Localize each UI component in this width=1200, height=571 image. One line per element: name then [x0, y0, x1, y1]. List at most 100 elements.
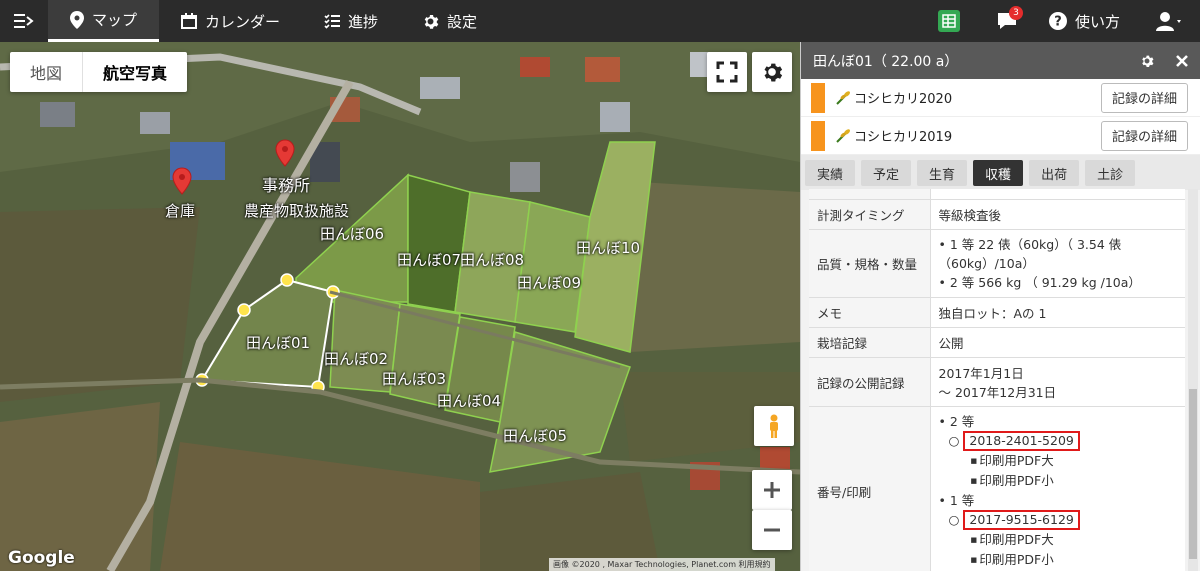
- menu-collapse-icon: [14, 14, 34, 28]
- map-pin-icon: [70, 10, 84, 29]
- field-label-08: 田んぼ08: [460, 251, 525, 269]
- help-button[interactable]: ? 使い方: [1035, 0, 1140, 42]
- user-menu-button[interactable]: [1140, 0, 1200, 42]
- panel-header: 田んぼ01（ 22.00 a）: [801, 42, 1200, 79]
- table-row: 品質・規格・数量 1 等 22 俵（60kg）（ 3.54 俵（60kg）/10…: [809, 229, 1185, 298]
- fullscreen-button[interactable]: [707, 52, 747, 92]
- map-view[interactable]: 地図 航空写真 事務所 倉庫 農産物取扱施設 田んぼ06 田んぼ07 田んぼ08…: [0, 42, 800, 571]
- field-label-06: 田んぼ06: [320, 225, 385, 243]
- field-label-03: 田んぼ03: [382, 370, 447, 388]
- record-detail-button[interactable]: 記録の詳細: [1100, 120, 1188, 151]
- table-row: 計測タイミング 等級検査後: [809, 199, 1185, 230]
- map-type-control: 地図 航空写真: [10, 52, 188, 92]
- row-key: 計測タイミング: [809, 199, 931, 230]
- public-to: 〜 2017年12月31日: [938, 385, 1057, 400]
- grade-label: 2 等: [949, 414, 975, 429]
- crop-row: コシヒカリ2019 記録の詳細: [801, 117, 1200, 155]
- row-key: メモ: [809, 297, 931, 328]
- crop-item: コシヒカリ2020: [835, 88, 1101, 107]
- lot-number-item: 2018-2401-5209 印刷用PDF大 印刷用PDF小: [949, 431, 1178, 491]
- top-nav: マップ カレンダー 進捗 設定 3 ? 使い方: [0, 0, 1200, 42]
- gear-icon: [764, 63, 783, 82]
- lot-number-link[interactable]: 2018-2401-5209: [963, 431, 1080, 451]
- row-value: 2 等 2018-2401-5209 印刷用PDF大 印刷用PDF小: [930, 406, 1185, 571]
- map-attribution[interactable]: 画像 ©2020 , Maxar Technologies, Planet.co…: [549, 558, 775, 571]
- crop-color-swatch: [811, 120, 825, 151]
- field-label-04: 田んぼ04: [437, 392, 502, 410]
- calendar-icon: [181, 13, 198, 29]
- tab-harvest[interactable]: 収穫: [973, 160, 1024, 186]
- menu-toggle-button[interactable]: [0, 0, 48, 42]
- svg-text:?: ?: [1054, 15, 1062, 30]
- pdf-large-link[interactable]: 印刷用PDF大: [971, 530, 1178, 550]
- record-detail-button[interactable]: 記録の詳細: [1100, 82, 1188, 113]
- panel-settings-button[interactable]: [1140, 54, 1154, 68]
- panel-title: 田んぼ01（ 22.00 a）: [813, 53, 959, 70]
- lot-number-link[interactable]: 2017-9515-6129: [963, 510, 1080, 530]
- map-type-roadmap-button[interactable]: 地図: [10, 52, 82, 92]
- marker-label-warehouse: 倉庫: [165, 202, 196, 220]
- scrollbar-thumb[interactable]: [1189, 389, 1197, 559]
- close-icon: [1176, 54, 1188, 67]
- nav-tab-progress[interactable]: 進捗: [302, 0, 400, 42]
- tab-soil[interactable]: 土診: [1085, 160, 1136, 186]
- user-avatar-icon: [1156, 12, 1181, 31]
- map-settings-button[interactable]: [752, 52, 792, 92]
- zoom-in-button[interactable]: [752, 470, 792, 510]
- facility-label: 農産物取扱施設: [244, 202, 350, 220]
- nav-tab-calendar-label: カレンダー: [205, 12, 281, 31]
- table-row: 番号/印刷 2 等 2018-2401-5209 印刷用PDF大 印刷用PDF小: [809, 406, 1185, 571]
- spreadsheet-icon: [937, 10, 960, 32]
- zoom-out-button[interactable]: [752, 510, 792, 550]
- row-key: 番号/印刷: [809, 406, 931, 571]
- tab-plan[interactable]: 予定: [861, 160, 912, 186]
- fullscreen-icon: [716, 61, 738, 83]
- notifications-button[interactable]: 3: [979, 0, 1035, 42]
- map-type-satellite-button[interactable]: 航空写真: [82, 52, 187, 92]
- nav-tab-map[interactable]: マップ: [48, 0, 160, 42]
- tab-shipment[interactable]: 出荷: [1029, 160, 1080, 186]
- tab-growth[interactable]: 生育: [917, 160, 968, 186]
- nav-tab-calendar[interactable]: カレンダー: [159, 0, 302, 42]
- help-label: 使い方: [1074, 12, 1120, 31]
- pegman-icon: [770, 414, 778, 438]
- marker-label-office: 事務所: [262, 176, 311, 195]
- harvest-table: 計測タイミング 等級検査後 品質・規格・数量 1 等 22 俵（60kg）（ 3…: [809, 189, 1185, 571]
- row-value: 1 等 22 俵（60kg）（ 3.54 俵（60kg）/10a） 2 等 56…: [930, 229, 1185, 298]
- row-value: 公開: [930, 327, 1185, 358]
- public-from: 2017年1月1日: [938, 366, 1024, 381]
- pdf-small-link[interactable]: 印刷用PDF小: [971, 471, 1178, 491]
- aerial-imagery: [0, 42, 800, 571]
- spreadsheet-button[interactable]: [919, 0, 979, 42]
- rice-plant-icon: [836, 128, 850, 143]
- row-key: 記録の公開記録: [809, 357, 931, 407]
- lot-number-item: 2017-9515-6129 印刷用PDF大 印刷用PDF小: [949, 510, 1178, 570]
- minus-icon: [764, 528, 780, 532]
- field-label-05: 田んぼ05: [503, 427, 568, 445]
- grade-label: 1 等: [949, 493, 975, 508]
- field-label-07: 田んぼ07: [397, 251, 462, 269]
- help-circle-icon: ?: [1048, 12, 1067, 30]
- panel-scrollbar[interactable]: [1188, 189, 1198, 571]
- checklist-icon: [324, 14, 341, 29]
- harvest-table-container[interactable]: 計測タイミング 等級検査後 品質・規格・数量 1 等 22 俵（60kg）（ 3…: [809, 189, 1185, 571]
- field-label-02: 田んぼ02: [324, 350, 389, 368]
- pdf-small-link[interactable]: 印刷用PDF小: [971, 550, 1178, 570]
- crop-row: コシヒカリ2020 記録の詳細: [801, 79, 1200, 117]
- crop-name-label: コシヒカリ2020: [854, 92, 953, 107]
- app: マップ カレンダー 進捗 設定 3 ? 使い方 地図 航空写真 事務所 倉庫 農…: [0, 0, 1200, 571]
- nav-tab-settings[interactable]: 設定: [400, 0, 499, 42]
- street-view-button[interactable]: [754, 406, 794, 446]
- panel-close-button[interactable]: [1176, 54, 1188, 67]
- nav-tab-progress-label: 進捗: [348, 12, 379, 31]
- nav-right: 3 ? 使い方: [919, 0, 1200, 42]
- google-logo: Google: [8, 548, 75, 568]
- row-value: 2017年1月1日 〜 2017年12月31日: [930, 357, 1185, 407]
- quality-item: 1 等 22 俵（60kg）（ 3.54 俵（60kg）/10a）: [939, 235, 1178, 273]
- pdf-large-link[interactable]: 印刷用PDF大: [971, 451, 1178, 471]
- row-key: 品質・規格・数量: [809, 229, 931, 298]
- record-tabs: 実績 予定 生育 収穫 出荷 土診: [801, 155, 1200, 190]
- tab-results[interactable]: 実績: [805, 160, 856, 186]
- field-label-10: 田んぼ10: [576, 239, 641, 257]
- field-detail-panel: 田んぼ01（ 22.00 a） コシヒカリ2020 記録の詳細 コシヒカリ201…: [800, 42, 1200, 571]
